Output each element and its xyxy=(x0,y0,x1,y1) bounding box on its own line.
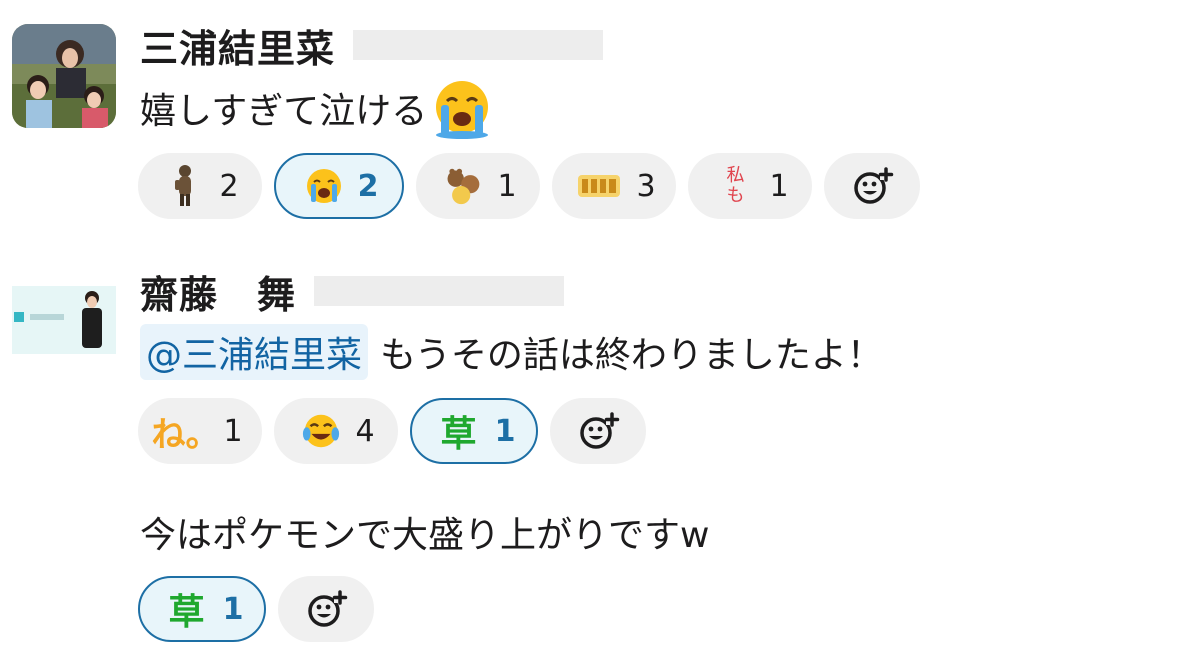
loudly-crying-face-icon xyxy=(304,164,344,208)
bears-sticker-icon xyxy=(443,164,483,208)
add-reaction-icon xyxy=(304,587,348,631)
reaction-bears[interactable]: 1 xyxy=(416,153,540,219)
reaction-watashi-mo[interactable]: 私も 1 xyxy=(688,153,812,219)
user-mention[interactable]: @三浦結里菜 xyxy=(140,324,369,380)
reaction-count: 1 xyxy=(223,413,243,449)
reaction-kusa[interactable]: 草 1 xyxy=(138,576,266,642)
reaction-count: 1 xyxy=(497,168,517,204)
add-reaction-icon xyxy=(850,164,894,208)
kusa-text-icon: 草 xyxy=(440,414,477,455)
reaction-count: 1 xyxy=(494,413,516,449)
redacted-name-bar xyxy=(314,276,565,306)
add-reaction-button[interactable] xyxy=(550,398,646,464)
reaction-omedeto[interactable]: 3 xyxy=(552,153,676,219)
loudly-crying-face-icon xyxy=(431,77,493,139)
avatar-miura[interactable] xyxy=(12,24,116,128)
ne-text-icon: ね。 xyxy=(151,414,220,455)
reaction-count: 4 xyxy=(355,413,375,449)
omedeto-text-sticker-icon xyxy=(576,164,622,208)
bear-standing-sticker-icon xyxy=(165,164,205,208)
avatar-saito[interactable] xyxy=(12,250,116,354)
reaction-tears-of-joy[interactable]: 4 xyxy=(274,398,398,464)
reaction-bar: ね。 1 4 草 1 xyxy=(138,398,646,464)
author-name[interactable]: 齋藤 舞 xyxy=(140,264,296,319)
watashi-mo-text-icon: 私も xyxy=(726,165,745,206)
add-reaction-button[interactable] xyxy=(278,576,374,642)
add-reaction-icon xyxy=(576,409,620,453)
redacted-name-bar xyxy=(353,30,604,60)
reaction-bar: 草 1 xyxy=(138,576,374,642)
reaction-bar: 2 2 1 3 私 も 1 xyxy=(138,153,920,219)
message-text: 今はポケモンで大盛り上がりですw xyxy=(140,515,710,556)
face-with-tears-of-joy-icon xyxy=(301,409,341,453)
message-text: 嬉しすぎて泣ける xyxy=(140,91,428,132)
reaction-bear-standing[interactable]: 2 xyxy=(138,153,262,219)
kusa-text-icon: 草 xyxy=(168,592,205,633)
add-reaction-button[interactable] xyxy=(824,153,920,219)
author-name[interactable]: 三浦結里菜 xyxy=(140,18,335,73)
avatar-photo-icon xyxy=(12,24,116,128)
reaction-count: 1 xyxy=(222,591,244,627)
reaction-kusa[interactable]: 草 1 xyxy=(410,398,538,464)
reaction-count: 1 xyxy=(769,168,789,204)
reaction-count: 2 xyxy=(357,168,379,204)
reaction-count: 3 xyxy=(636,168,656,204)
reaction-ne[interactable]: ね。 1 xyxy=(138,398,262,464)
avatar-photo-icon xyxy=(12,286,116,354)
reaction-count: 2 xyxy=(219,168,239,204)
reaction-loudly-crying[interactable]: 2 xyxy=(274,153,404,219)
message-text: もうその話は終わりましたよ！ xyxy=(380,335,883,376)
